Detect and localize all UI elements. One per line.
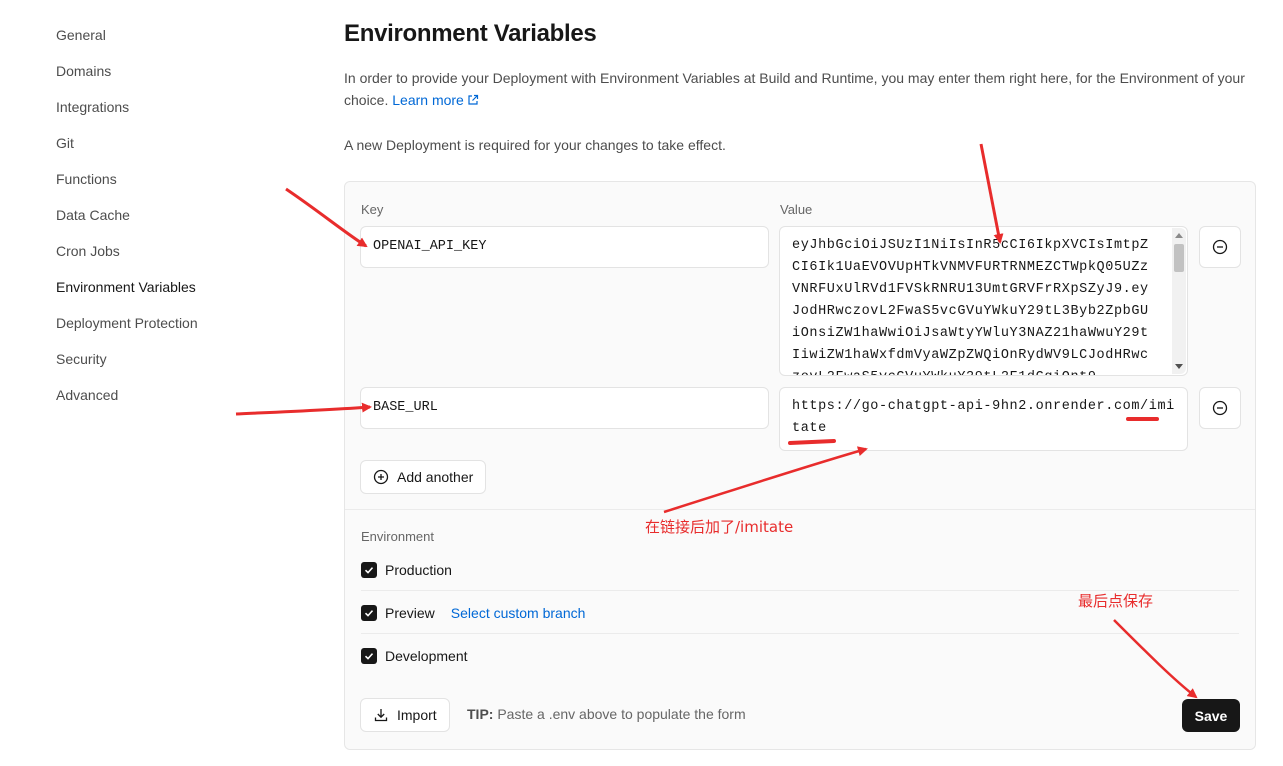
- sidebar-item-integrations[interactable]: Integrations: [56, 96, 296, 132]
- import-button[interactable]: Import: [360, 698, 450, 732]
- add-another-button[interactable]: Add another: [360, 460, 487, 494]
- form-footer: Import TIP: Paste a .env above to popula…: [345, 684, 1255, 749]
- value-text: eyJhbGciOiJSUzI1NiIsInR5cCI6IkpXVCIsImtp…: [792, 238, 1149, 375]
- key-column-label: Key: [361, 202, 384, 217]
- sidebar-item-security[interactable]: Security: [56, 348, 296, 384]
- sidebar-item-git[interactable]: Git: [56, 132, 296, 168]
- sidebar-item-advanced[interactable]: Advanced: [56, 384, 296, 420]
- learn-more-label: Learn more: [392, 92, 464, 108]
- value-textarea[interactable]: eyJhbGciOiJSUzI1NiIsInR5cCI6IkpXVCIsImtp…: [779, 226, 1188, 376]
- check-icon: [364, 566, 374, 574]
- scroll-up-icon[interactable]: [1175, 233, 1183, 238]
- env-option-label: Production: [385, 561, 452, 578]
- select-custom-branch-link[interactable]: Select custom branch: [451, 605, 586, 621]
- sidebar-item-environment-variables[interactable]: Environment Variables: [56, 276, 296, 312]
- value-textarea[interactable]: https://go-chatgpt-api-9hn2.onrender.com…: [779, 387, 1188, 451]
- scroll-thumb[interactable]: [1174, 244, 1184, 272]
- environment-label: Environment: [361, 529, 434, 544]
- tip-label: TIP:: [467, 706, 494, 722]
- plus-circle-icon: [373, 469, 389, 485]
- sidebar-item-general[interactable]: General: [56, 24, 296, 60]
- scroll-down-icon[interactable]: [1175, 364, 1183, 369]
- tip-message: Paste a .env above to populate the form: [497, 706, 746, 722]
- description-text: In order to provide your Deployment with…: [344, 70, 1245, 108]
- checkbox-preview[interactable]: [361, 604, 377, 621]
- sidebar-item-cron-jobs[interactable]: Cron Jobs: [56, 240, 296, 276]
- env-vars-form: Key Value OPENAI_API_KEY eyJhbGciOiJSUzI…: [344, 181, 1256, 750]
- redeploy-notice: A new Deployment is required for your ch…: [344, 137, 726, 153]
- remove-variable-button[interactable]: [1199, 387, 1241, 429]
- download-icon: [374, 709, 388, 722]
- learn-more-link[interactable]: Learn more: [392, 92, 479, 108]
- annotation-note-imitate: 在链接后加了/imitate: [645, 518, 794, 536]
- env-option-development[interactable]: Development: [361, 634, 1239, 677]
- annotation-note-save: 最后点保存: [1078, 592, 1154, 610]
- env-option-label: Development: [385, 647, 468, 664]
- checkbox-development[interactable]: [361, 647, 377, 664]
- sidebar-item-data-cache[interactable]: Data Cache: [56, 204, 296, 240]
- minus-circle-icon: [1212, 400, 1228, 416]
- check-icon: [364, 609, 374, 617]
- value-text: https://go-chatgpt-api-9hn2.onrender.com…: [792, 399, 1175, 436]
- remove-variable-button[interactable]: [1199, 226, 1241, 268]
- settings-sidebar: General Domains Integrations Git Functio…: [56, 24, 296, 420]
- minus-circle-icon: [1212, 239, 1228, 255]
- external-link-icon: [468, 94, 478, 105]
- value-column-label: Value: [780, 202, 813, 217]
- save-button[interactable]: Save: [1182, 699, 1240, 732]
- value-scrollbar[interactable]: [1172, 228, 1186, 374]
- key-input[interactable]: OPENAI_API_KEY: [360, 226, 769, 268]
- checkbox-production[interactable]: [361, 561, 377, 578]
- env-option-label: Preview: [385, 604, 435, 621]
- env-option-production[interactable]: Production: [361, 548, 1239, 591]
- import-label: Import: [397, 707, 437, 723]
- sidebar-item-deployment-protection[interactable]: Deployment Protection: [56, 312, 296, 348]
- page-description: In order to provide your Deployment with…: [344, 67, 1259, 111]
- check-icon: [364, 652, 374, 660]
- sidebar-item-domains[interactable]: Domains: [56, 60, 296, 96]
- tip-text: TIP: Paste a .env above to populate the …: [467, 706, 746, 722]
- page-title: Environment Variables: [344, 20, 597, 47]
- sidebar-item-functions[interactable]: Functions: [56, 168, 296, 204]
- add-another-label: Add another: [397, 469, 474, 485]
- key-input[interactable]: BASE_URL: [360, 387, 769, 429]
